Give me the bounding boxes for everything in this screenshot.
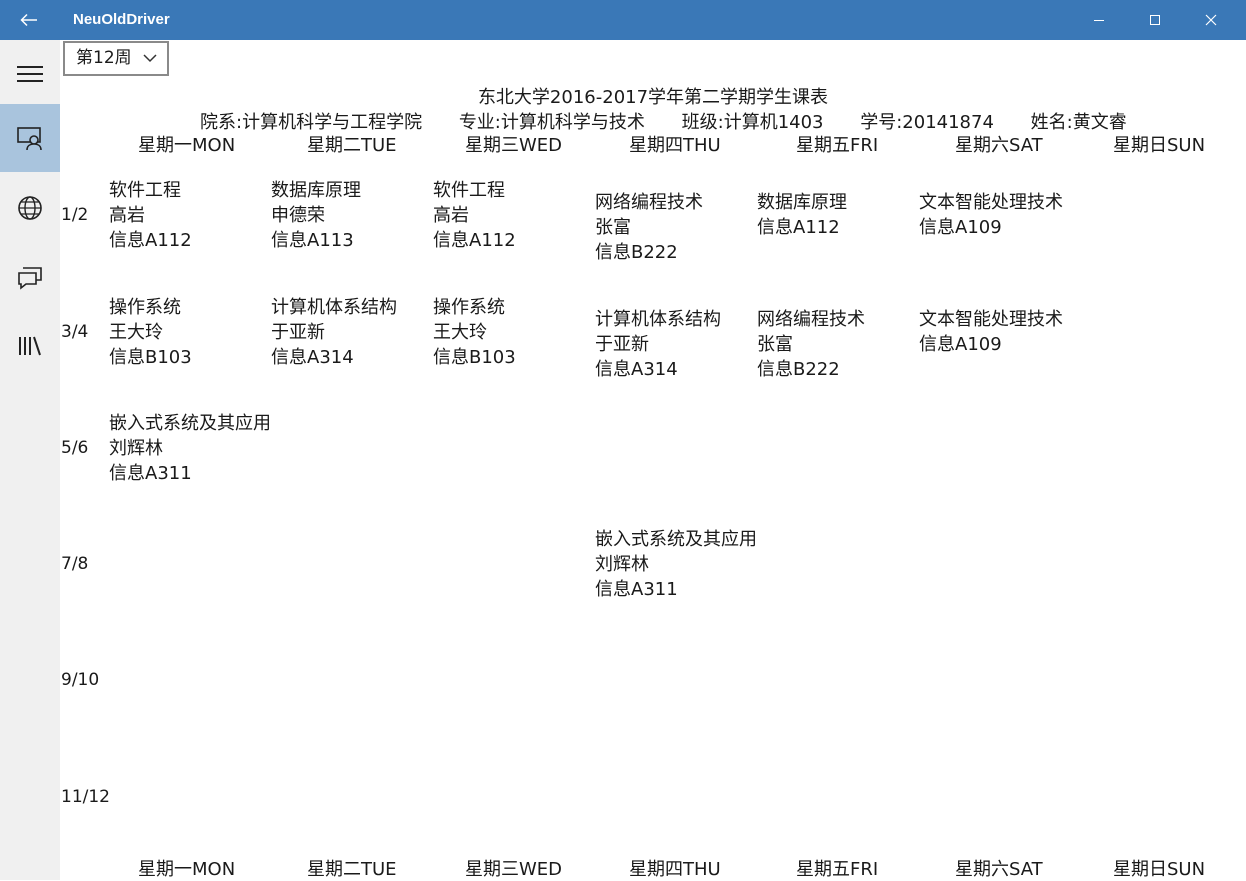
- day-header-bottom: 星期日SUN: [1113, 859, 1206, 880]
- course-room: 信息B222: [595, 241, 678, 263]
- course-cell[interactable]: 文本智能处理技术 信息A109: [919, 190, 1079, 240]
- title-bar: NeuOldDriver: [0, 0, 1246, 40]
- day-header-top: 星期三WED: [465, 135, 563, 156]
- course-room: 信息B103: [109, 346, 192, 368]
- course-teacher: 张富: [757, 333, 793, 355]
- week-dropdown[interactable]: 第12周: [63, 41, 169, 76]
- course-room: 信息A109: [919, 334, 1002, 355]
- course-room: 信息A112: [757, 217, 840, 238]
- course-name: 网络编程技术: [757, 308, 865, 330]
- day-header-bottom: 星期一MON: [138, 859, 236, 880]
- course-room: 信息A112: [433, 229, 516, 251]
- course-name: 嵌入式系统及其应用: [595, 528, 755, 550]
- course-cell[interactable]: 计算机体系结构 于亚新信息A314: [595, 307, 755, 382]
- course-room: 信息A113: [271, 229, 354, 251]
- course-room: 信息A112: [109, 229, 192, 251]
- course-teacher: 张富: [595, 216, 631, 238]
- course-name: 操作系统: [109, 296, 181, 318]
- course-teacher: 高岩: [109, 204, 145, 226]
- course-room: 信息A311: [109, 462, 192, 484]
- course-teacher: 于亚新: [595, 333, 649, 355]
- chat-icon: [18, 267, 42, 290]
- course-teacher: 于亚新: [271, 321, 325, 343]
- back-arrow-icon: [20, 13, 37, 27]
- nav-schedule[interactable]: [0, 104, 60, 172]
- day-header-top: 星期四THU: [629, 135, 721, 156]
- app-title: NeuOldDriver: [73, 11, 170, 28]
- day-header-top: 星期六SAT: [955, 135, 1043, 156]
- day-header-bottom: 星期五FRI: [796, 859, 879, 880]
- course-name: 计算机体系结构: [271, 296, 397, 318]
- course-room: 信息A109: [919, 217, 1002, 238]
- period-label: 3/4: [61, 322, 89, 342]
- course-cell[interactable]: 网络编程技术 张富信息B222: [757, 307, 917, 382]
- course-name: 操作系统: [433, 296, 505, 318]
- maximize-icon: [1150, 15, 1160, 25]
- course-room: 信息A314: [595, 358, 678, 380]
- day-header-bottom: 星期六SAT: [955, 859, 1043, 880]
- course-cell[interactable]: 数据库原理申德荣信息A113: [271, 178, 431, 253]
- course-cell[interactable]: 操作系统王大玲信息B103: [109, 295, 269, 370]
- period-label: 11/12: [61, 787, 110, 807]
- course-teacher: 申德荣: [271, 204, 325, 226]
- library-icon: [19, 336, 41, 356]
- course-name: 数据库原理: [271, 179, 361, 201]
- course-name: 文本智能处理技术: [919, 192, 1063, 213]
- chevron-down-icon: [143, 54, 157, 63]
- course-cell[interactable]: 数据库原理信息A112: [757, 190, 917, 240]
- course-cell[interactable]: 网络编程技术 张富信息B222: [595, 190, 755, 265]
- globe-icon: [18, 196, 42, 220]
- period-label: 1/2: [61, 205, 89, 225]
- course-room: 信息A314: [271, 346, 354, 368]
- course-cell[interactable]: 计算机体系结构 于亚新信息A314: [271, 295, 431, 370]
- day-header-bottom: 星期三WED: [465, 859, 563, 880]
- course-cell[interactable]: 操作系统王大玲信息B103: [433, 295, 593, 370]
- course-room: 信息A311: [595, 578, 678, 600]
- maximize-button[interactable]: [1127, 0, 1183, 40]
- day-header-top: 星期一MON: [138, 135, 236, 156]
- minimize-button[interactable]: [1071, 0, 1127, 40]
- day-header-top: 星期二TUE: [307, 135, 397, 156]
- course-cell[interactable]: 嵌入式系统及其应用 刘辉林信息A311: [595, 527, 755, 602]
- course-cell[interactable]: 嵌入式系统及其应用 刘辉林信息A311: [109, 411, 269, 486]
- back-button[interactable]: [0, 0, 58, 40]
- schedule-title: 东北大学2016-2017学年第二学期学生课表: [477, 87, 829, 108]
- day-header-bottom: 星期二TUE: [307, 859, 397, 880]
- hamburger-menu-button[interactable]: [0, 40, 60, 108]
- period-label: 5/6: [61, 438, 89, 458]
- course-name: 软件工程: [109, 179, 181, 201]
- day-header-bottom: 星期四THU: [629, 859, 721, 880]
- period-label: 7/8: [61, 554, 89, 574]
- course-name: 嵌入式系统及其应用: [109, 412, 269, 434]
- menu-icon: [17, 66, 43, 82]
- course-room: 信息B103: [433, 346, 516, 368]
- course-teacher: 高岩: [433, 204, 469, 226]
- schedule-content: 第12周 东北大学2016-2017学年第二学期学生课表 院系:计算机科学与工程…: [60, 40, 1246, 880]
- week-dropdown-value: 第12周: [76, 48, 132, 68]
- nav-web[interactable]: [0, 174, 60, 242]
- course-name: 数据库原理: [757, 192, 847, 213]
- course-name: 软件工程: [433, 179, 505, 201]
- period-label: 9/10: [61, 670, 100, 690]
- day-header-top: 星期五FRI: [796, 135, 879, 156]
- close-button[interactable]: [1183, 0, 1239, 40]
- nav-library[interactable]: [0, 312, 60, 380]
- course-cell[interactable]: 文本智能处理技术 信息A109: [919, 307, 1079, 357]
- close-icon: [1205, 14, 1217, 26]
- sidebar: [0, 40, 60, 880]
- day-header-top: 星期日SUN: [1113, 135, 1206, 156]
- course-name: 文本智能处理技术: [919, 309, 1063, 330]
- course-room: 信息B222: [757, 358, 840, 380]
- user-profile-icon: [17, 127, 42, 151]
- course-teacher: 王大玲: [109, 321, 163, 343]
- course-cell[interactable]: 软件工程高岩信息A112: [433, 178, 593, 253]
- course-teacher: 刘辉林: [109, 437, 163, 459]
- nav-messages[interactable]: [0, 243, 60, 311]
- course-teacher: 刘辉林: [595, 553, 649, 575]
- course-cell[interactable]: 软件工程高岩信息A112: [109, 178, 269, 253]
- course-name: 网络编程技术: [595, 191, 703, 213]
- minimize-icon: [1094, 20, 1104, 21]
- course-teacher: 王大玲: [433, 321, 487, 343]
- course-name: 计算机体系结构: [595, 308, 721, 330]
